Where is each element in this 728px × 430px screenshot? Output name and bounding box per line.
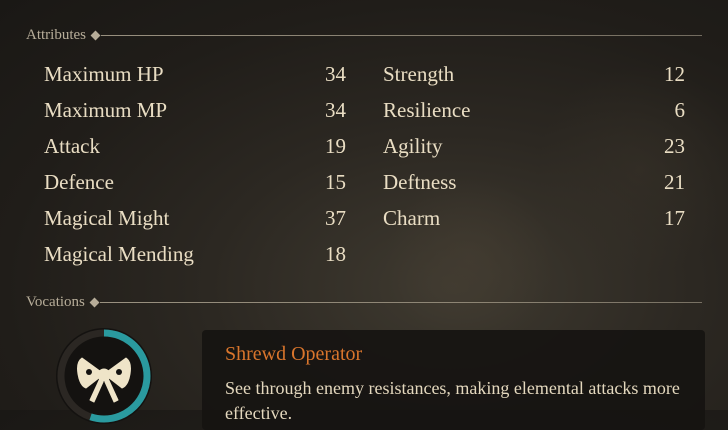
attribute-row-magical-might: Magical Might 37 (44, 200, 346, 236)
attribute-label: Deftness (383, 169, 457, 194)
attribute-label: Agility (383, 133, 443, 158)
vocation-card[interactable]: Shrewd Operator See through enemy resist… (202, 330, 705, 430)
vocation-name: Shrewd Operator (225, 343, 363, 365)
diamond-icon (89, 297, 100, 307)
attribute-label: Charm (383, 205, 441, 230)
attribute-row-deftness: Deftness 21 (383, 164, 685, 200)
attribute-row-maximum-mp: Maximum MP 34 (44, 92, 346, 128)
section-divider (99, 301, 702, 303)
vocation-description: See through enemy resistances, making el… (225, 378, 680, 423)
attribute-label: Magical Mending (44, 241, 194, 266)
vocations-section-title: Vocations (26, 293, 85, 310)
attributes-right-column: Strength 12 Resilience 6 Agility 23 Deft… (383, 56, 685, 236)
attribute-value: 23 (664, 133, 685, 158)
attribute-value: 12 (664, 61, 685, 86)
attribute-label: Maximum MP (44, 97, 168, 122)
attribute-row-charm: Charm 17 (383, 200, 685, 236)
attribute-label: Strength (383, 61, 455, 86)
attribute-row-defence: Defence 15 (44, 164, 346, 200)
attribute-row-maximum-hp: Maximum HP 34 (44, 56, 346, 92)
attribute-value: 15 (325, 169, 346, 194)
attribute-label: Attack (44, 133, 100, 158)
attribute-row-agility: Agility 23 (383, 128, 685, 164)
attribute-value: 37 (325, 205, 346, 230)
attribute-label: Maximum HP (44, 61, 164, 86)
section-divider (101, 34, 702, 36)
attribute-value: 17 (664, 205, 685, 230)
attribute-label: Resilience (383, 97, 471, 122)
attribute-value: 6 (674, 97, 686, 122)
attribute-value: 21 (664, 169, 685, 194)
attributes-left-column: Maximum HP 34 Maximum MP 34 Attack 19 De… (44, 56, 346, 272)
attribute-label: Magical Might (44, 205, 170, 230)
attribute-value: 18 (325, 241, 346, 266)
attribute-value: 34 (325, 61, 346, 86)
attribute-label: Defence (44, 169, 114, 194)
attribute-row-strength: Strength 12 (383, 56, 685, 92)
attribute-row-resilience: Resilience 6 (383, 92, 685, 128)
attributes-section-title: Attributes (26, 26, 86, 43)
diamond-icon (90, 30, 101, 40)
attribute-row-magical-mending: Magical Mending 18 (44, 236, 346, 272)
attribute-value: 34 (325, 97, 346, 122)
attribute-value: 19 (325, 133, 346, 158)
vocations-section-header: Vocations (26, 292, 702, 312)
attributes-section-header: Attributes (26, 25, 702, 45)
attribute-row-attack: Attack 19 (44, 128, 346, 164)
